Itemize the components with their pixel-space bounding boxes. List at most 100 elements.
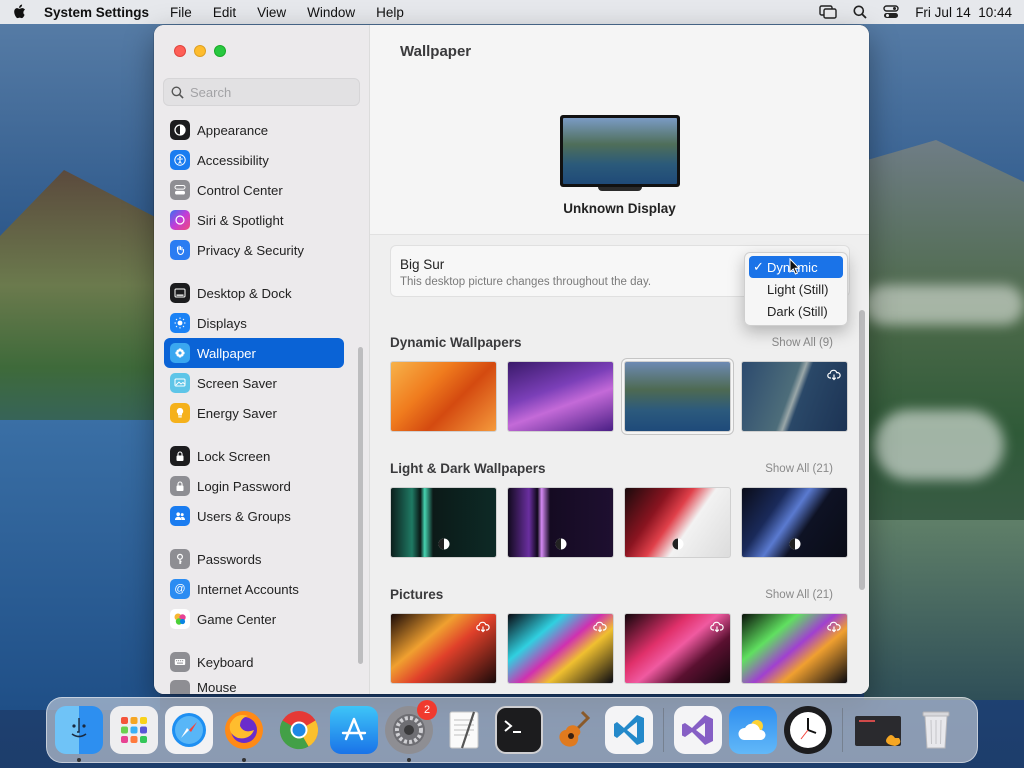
sidebar-item-screen-saver[interactable]: Screen Saver	[164, 368, 344, 398]
dock-firefox[interactable]	[220, 706, 268, 762]
control-center-icon[interactable]	[883, 5, 899, 19]
launchpad-icon	[121, 717, 147, 743]
close-button[interactable]	[174, 45, 186, 57]
wallpaper-thumbnail-pink-swirl[interactable]	[624, 613, 731, 684]
spotlight-search-icon[interactable]	[853, 5, 867, 19]
sidebar-item-mouse[interactable]: Mouse	[164, 677, 344, 694]
sidebar-scrollbar[interactable]	[358, 347, 363, 664]
wallpaper-thumbnail-big-sur[interactable]	[624, 361, 731, 432]
show-all-light-dark-button[interactable]: Show All (21)	[765, 463, 833, 475]
menu-app-name[interactable]: System Settings	[44, 5, 149, 20]
dock-safari[interactable]	[165, 706, 213, 754]
dock-clock[interactable]	[784, 706, 832, 754]
sidebar-item-displays[interactable]: Displays	[164, 308, 344, 338]
dock-visual-studio[interactable]	[674, 706, 722, 754]
menu-window[interactable]: Window	[307, 5, 355, 20]
menu-option-light-still[interactable]: Light (Still)	[749, 278, 843, 300]
search-input[interactable]	[190, 84, 350, 100]
dock-recent-window[interactable]	[853, 706, 905, 754]
sidebar-item-lock-screen[interactable]: Lock Screen	[164, 441, 344, 471]
menu-option-label: Dark (Still)	[767, 303, 828, 319]
wallpaper-thumbnail-mac-purple[interactable]	[507, 487, 614, 558]
dock: 2	[46, 697, 978, 763]
monitor-screen	[560, 115, 680, 187]
dock-terminal[interactable]	[495, 706, 543, 754]
wallpaper-thumbnail-catalina[interactable]	[741, 361, 848, 432]
screen-mirroring-icon[interactable]	[819, 5, 837, 19]
sidebar-item-label: Accessibility	[197, 152, 269, 168]
menu-edit[interactable]: Edit	[213, 5, 236, 20]
dock-vscode[interactable]	[605, 706, 653, 754]
sidebar-item-label: Login Password	[197, 478, 291, 494]
wallpaper-thumbnail-green-swirl[interactable]	[741, 613, 848, 684]
sidebar-item-desktop-dock[interactable]: Desktop & Dock	[164, 278, 344, 308]
menu-clock[interactable]: Fri Jul 14 10:44	[915, 5, 1012, 20]
sidebar-item-label: Control Center	[197, 182, 283, 198]
sidebar-item-login-password[interactable]: Login Password	[164, 471, 344, 501]
dock-launchpad[interactable]	[110, 706, 158, 754]
mouse-icon	[170, 680, 190, 694]
menu-view[interactable]: View	[257, 5, 286, 20]
pictures-row	[390, 613, 848, 684]
settings-window: Appearance Accessibility Control Center …	[154, 25, 869, 694]
wallpaper-thumbnail-monterey-purple[interactable]	[507, 361, 614, 432]
wallpaper-thumbnail-cyan-swirl[interactable]	[507, 613, 614, 684]
key-icon	[170, 549, 190, 569]
sidebar-item-appearance[interactable]: Appearance	[164, 115, 344, 145]
apple-icon[interactable]	[12, 4, 26, 20]
monitor-preview	[560, 115, 680, 191]
window-controls	[174, 45, 226, 57]
zoom-button[interactable]	[214, 45, 226, 57]
safari-icon	[172, 713, 206, 747]
sidebar-item-label: Siri & Spotlight	[197, 212, 284, 228]
dock-chrome[interactable]	[275, 706, 323, 754]
sidebar-item-wallpaper[interactable]: Wallpaper	[164, 338, 344, 368]
sidebar-item-users-groups[interactable]: Users & Groups	[164, 501, 344, 531]
dock-garageband[interactable]	[550, 706, 598, 754]
show-all-dynamic-button[interactable]: Show All (9)	[772, 337, 833, 349]
wallpaper-thumbnail-blue-wave[interactable]	[741, 487, 848, 558]
search-field[interactable]	[163, 78, 360, 106]
section-title-pictures: Pictures	[390, 587, 444, 602]
siri-icon	[170, 210, 190, 230]
notification-badge: 2	[417, 700, 437, 720]
sidebar-item-control-center[interactable]: Control Center	[164, 175, 344, 205]
wallpaper-thumbnail-mac-green[interactable]	[390, 487, 497, 558]
screen-recorder-icon	[855, 716, 901, 746]
dock-weather[interactable]	[729, 706, 777, 754]
running-indicator	[407, 758, 411, 762]
wallpaper-thumbnail-ventura-orange[interactable]	[390, 361, 497, 432]
wallpaper-icon	[170, 343, 190, 363]
show-all-pictures-button[interactable]: Show All (21)	[765, 589, 833, 601]
menu-help[interactable]: Help	[376, 5, 404, 20]
sidebar-item-energy-saver[interactable]: Energy Saver	[164, 398, 344, 428]
light-dark-mode-icon	[438, 538, 450, 550]
sidebar-item-accessibility[interactable]: Accessibility	[164, 145, 344, 175]
game-center-icon	[170, 609, 190, 629]
light-dark-mode-icon	[789, 538, 801, 550]
menu-option-dark-still[interactable]: Dark (Still)	[749, 300, 843, 322]
wallpaper-thumbnail-orange-swirl[interactable]	[390, 613, 497, 684]
sidebar-item-internet-accounts[interactable]: @ Internet Accounts	[164, 574, 344, 604]
sidebar-item-siri-spotlight[interactable]: Siri & Spotlight	[164, 205, 344, 235]
sidebar-item-privacy-security[interactable]: Privacy & Security	[164, 235, 344, 265]
dock-system-settings[interactable]: 2	[385, 700, 437, 762]
battery-icon	[170, 403, 190, 423]
wallpaper-thumbnail-red-wave[interactable]	[624, 487, 731, 558]
content-scrollbar[interactable]	[859, 310, 865, 590]
sidebar-item-keyboard[interactable]: Keyboard	[164, 647, 344, 677]
download-cloud-icon	[827, 369, 841, 381]
sidebar-item-game-center[interactable]: Game Center	[164, 604, 344, 634]
dock-textedit[interactable]	[440, 706, 488, 754]
sidebar-item-label: Wallpaper	[197, 345, 256, 361]
minimize-button[interactable]	[194, 45, 206, 57]
dock-app-store[interactable]	[330, 706, 378, 754]
sidebar-item-passwords[interactable]: Passwords	[164, 544, 344, 574]
dock-finder[interactable]	[55, 706, 103, 762]
menu-file[interactable]: File	[170, 5, 192, 20]
sidebar-item-label: Game Center	[197, 611, 277, 627]
weather-icon	[738, 720, 766, 740]
chrome-icon	[279, 711, 319, 750]
dock-trash[interactable]	[912, 706, 960, 754]
